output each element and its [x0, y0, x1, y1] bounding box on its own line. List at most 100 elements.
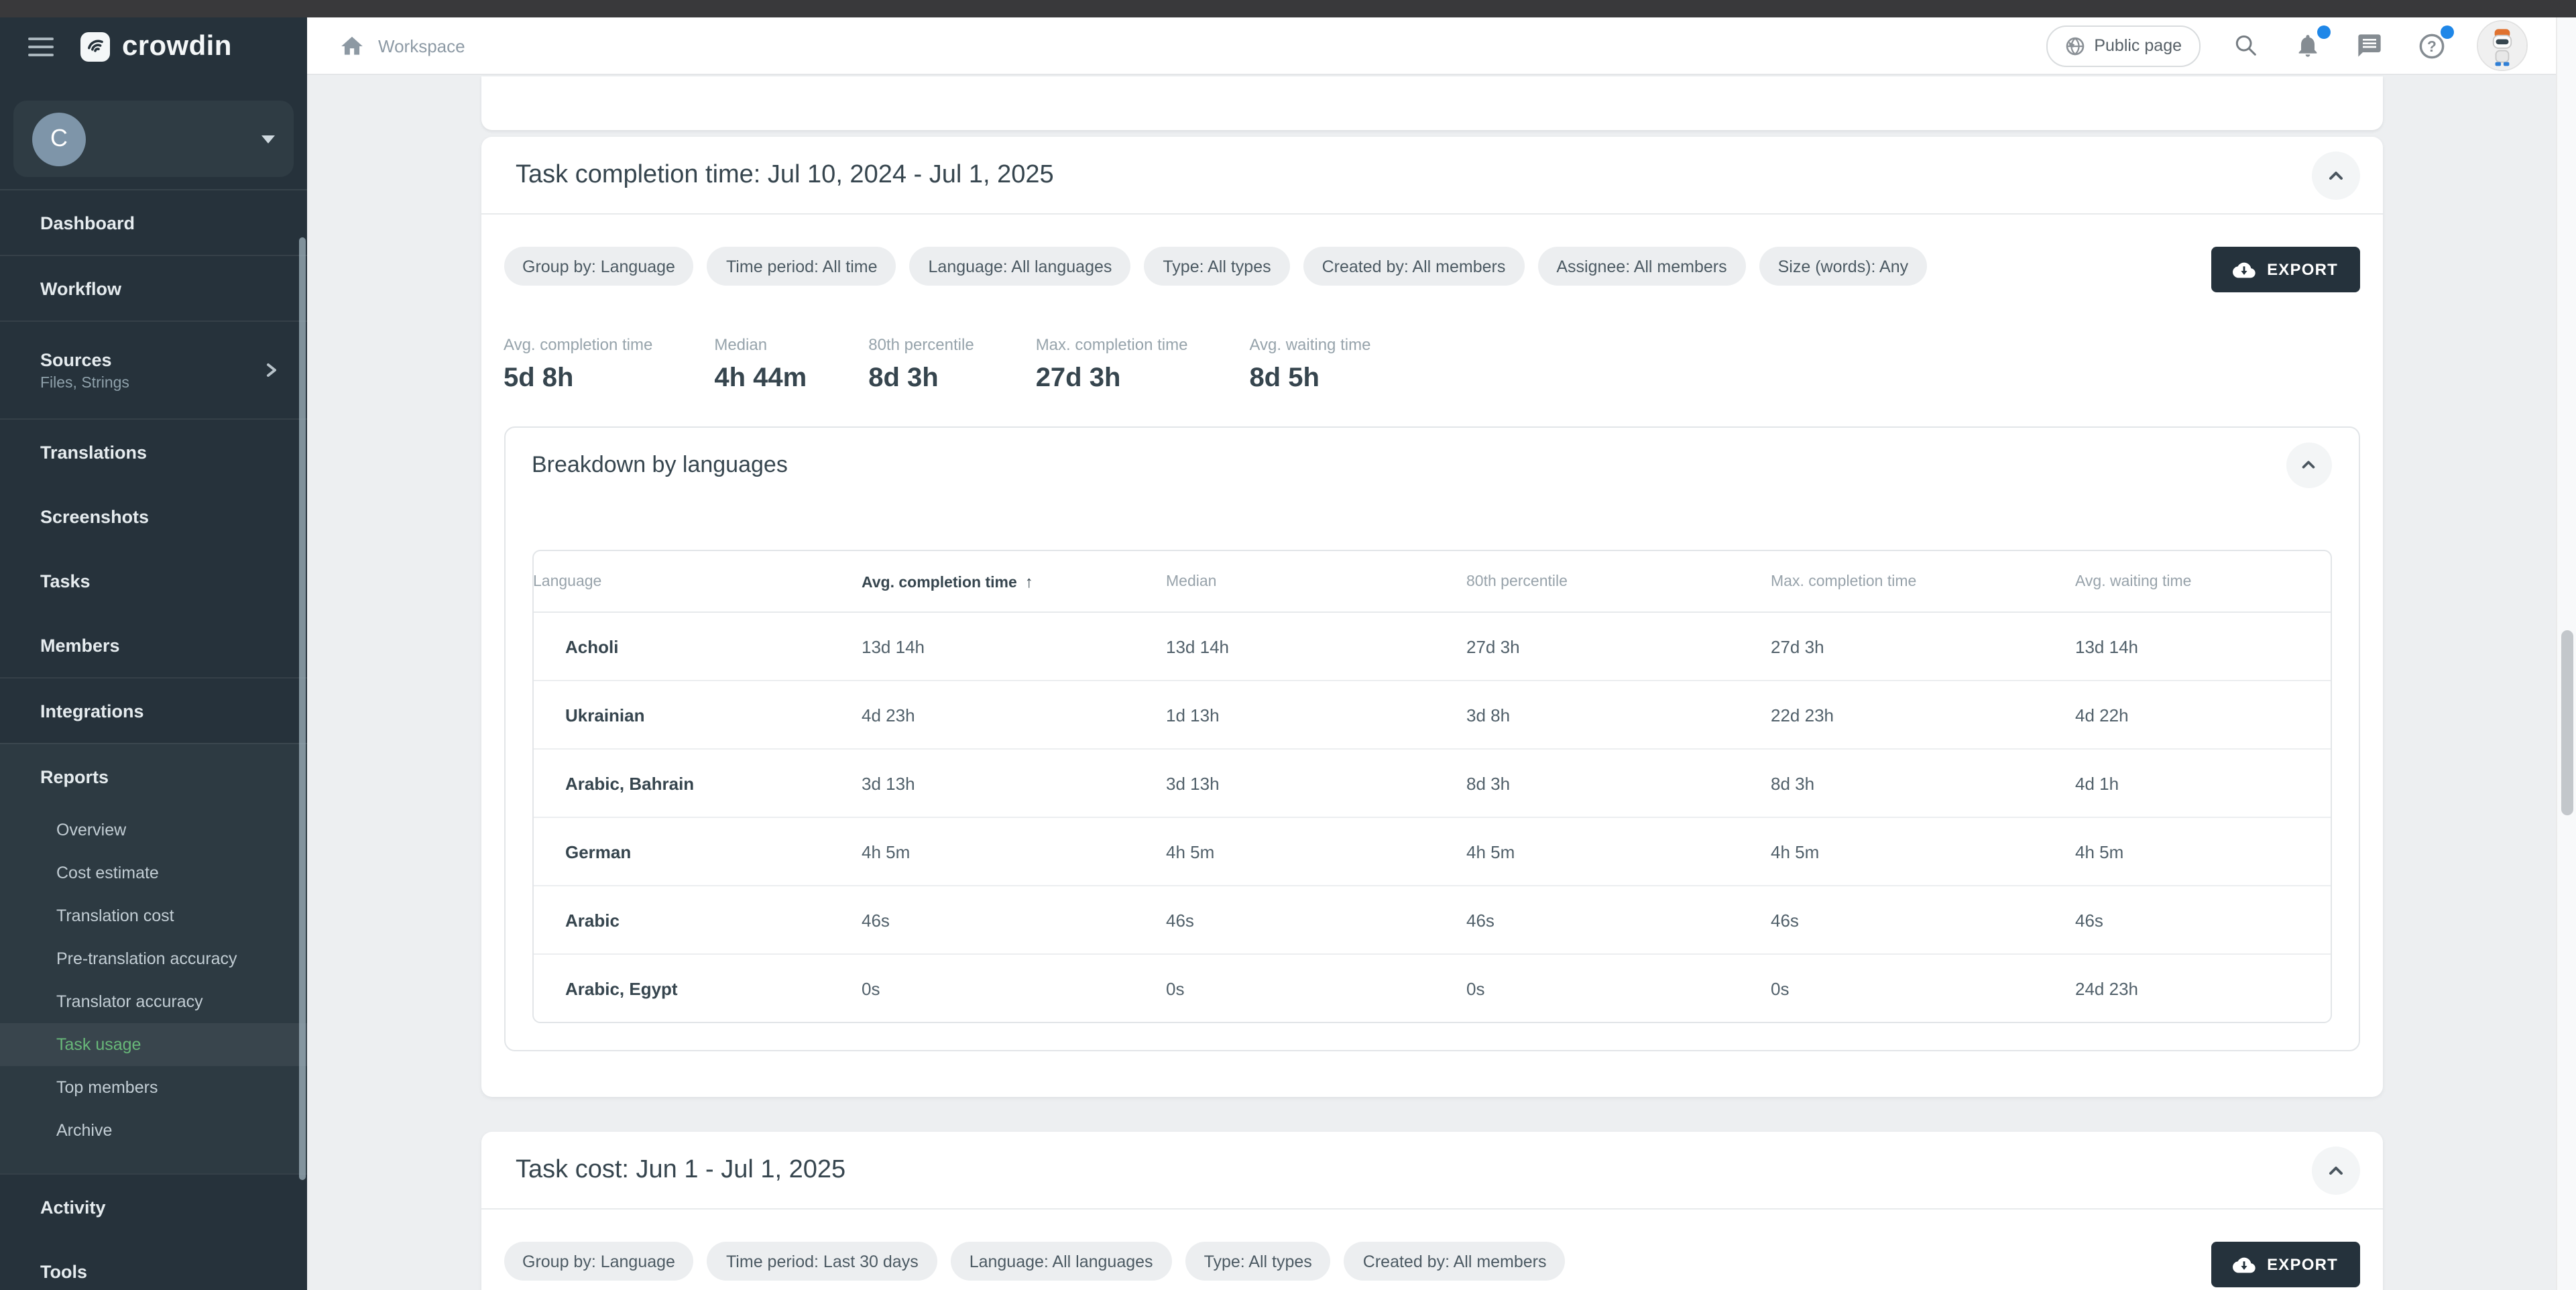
stat-value: 5d 8h: [504, 363, 652, 394]
language-cell: Acholi: [533, 612, 862, 681]
value-cell: 4h 5m: [2075, 817, 2331, 886]
language-cell: German: [533, 817, 862, 886]
filter-chips: Group by: Language Time period: Last 30 d…: [504, 1242, 1566, 1281]
column-header[interactable]: Median↑: [1166, 551, 1466, 612]
sidebar-item[interactable]: Tools: [0, 1239, 307, 1290]
sidebar: crowdin C Dashboard Workflow Sources Fil…: [0, 17, 307, 1290]
export-button[interactable]: EXPORT: [2211, 1242, 2359, 1287]
stat-label: Avg. completion time: [504, 335, 652, 354]
page-scrollbar[interactable]: [2556, 17, 2576, 1290]
stat-label: 80th percentile: [868, 335, 974, 354]
collapse-section-button[interactable]: [2311, 151, 2359, 199]
value-cell: 4d 1h: [2075, 749, 2331, 817]
filter-chip[interactable]: Time period: Last 30 days: [707, 1242, 937, 1281]
stat-value: 8d 5h: [1249, 363, 1370, 394]
filter-chip[interactable]: Language: All languages: [910, 247, 1131, 286]
value-cell: 0s: [862, 954, 1166, 1022]
sidebar-subitem[interactable]: Translation cost: [0, 894, 307, 937]
stat-value: 27d 3h: [1036, 363, 1188, 394]
notifications-bell-icon[interactable]: [2292, 30, 2324, 62]
value-cell: 4d 22h: [2075, 681, 2331, 749]
value-cell: 46s: [1771, 886, 2075, 954]
table-row: Ukrainian 4d 23h 1d 13h 3d 8h 22d 23h 4d…: [533, 681, 2331, 749]
sidebar-item[interactable]: Members: [0, 613, 307, 677]
sidebar-item-sources[interactable]: Sources Files, Strings: [0, 322, 307, 418]
value-cell: 13d 14h: [2075, 612, 2331, 681]
filter-chip[interactable]: Type: All types: [1185, 1242, 1331, 1281]
filter-chip[interactable]: Size (words): Any: [1759, 247, 1928, 286]
sidebar-subitem[interactable]: Cost estimate: [0, 852, 307, 894]
search-icon[interactable]: [2230, 30, 2262, 62]
value-cell: 4h 5m: [1771, 817, 2075, 886]
stat-label: Median: [714, 335, 807, 354]
sidebar-subitem[interactable]: Overview: [0, 809, 307, 852]
crowdin-logo[interactable]: crowdin: [79, 30, 232, 62]
languages-table: Language↑Avg. completion time↑Median↑80t…: [532, 550, 2331, 1023]
task-completion-card: Task completion time: Jul 10, 2024 - Jul…: [481, 137, 2382, 1097]
filter-chip[interactable]: Group by: Language: [504, 1242, 694, 1281]
sidebar-item[interactable]: Screenshots: [0, 484, 307, 548]
stat-block: 80th percentile 8d 3h: [868, 335, 974, 394]
sidebar-item-dashboard[interactable]: Dashboard: [0, 190, 307, 255]
svg-text:?: ?: [2426, 37, 2436, 54]
crowdin-logo-icon: [79, 30, 111, 62]
export-button[interactable]: EXPORT: [2211, 247, 2359, 292]
sidebar-item[interactable]: Tasks: [0, 548, 307, 613]
screen: crowdin C Dashboard Workflow Sources Fil…: [0, 0, 2576, 1290]
breadcrumb[interactable]: Workspace: [378, 36, 465, 56]
sidebar-item[interactable]: Translations: [0, 420, 307, 484]
page-scrollbar-thumb[interactable]: [2561, 630, 2573, 815]
value-cell: 1d 13h: [1166, 681, 1466, 749]
sources-subtitle: Files, Strings: [40, 375, 129, 391]
collapse-section-button[interactable]: [2311, 1146, 2359, 1194]
sidebar-scrollbar-thumb[interactable]: [299, 237, 306, 1180]
language-cell: Arabic: [533, 886, 862, 954]
main-content: Task completion time: Jul 10, 2024 - Jul…: [307, 75, 2556, 1290]
column-header[interactable]: Language↑: [533, 551, 862, 612]
filter-chip[interactable]: Created by: All members: [1303, 247, 1525, 286]
filter-chip[interactable]: Group by: Language: [504, 247, 694, 286]
value-cell: 4h 5m: [1466, 817, 1771, 886]
filter-chip[interactable]: Created by: All members: [1344, 1242, 1566, 1281]
stat-label: Max. completion time: [1036, 335, 1188, 354]
notification-dot: [2317, 25, 2331, 39]
project-selector[interactable]: C: [13, 101, 294, 177]
filter-chip[interactable]: Assignee: All members: [1537, 247, 1745, 286]
window-top-strip: [0, 0, 2576, 17]
stat-block: Median 4h 44m: [714, 335, 807, 394]
sidebar-item-reports[interactable]: Reports: [0, 744, 307, 809]
stat-value: 4h 44m: [714, 363, 807, 394]
sidebar-subitem[interactable]: Pre-translation accuracy: [0, 937, 307, 980]
filter-chip[interactable]: Type: All types: [1144, 247, 1289, 286]
user-avatar[interactable]: [2477, 20, 2528, 71]
sidebar-item-workflow[interactable]: Workflow: [0, 256, 307, 320]
filter-chip[interactable]: Time period: All time: [707, 247, 896, 286]
sidebar-subitem[interactable]: Translator accuracy: [0, 980, 307, 1023]
home-icon[interactable]: [339, 33, 365, 58]
sidebar-item-integrations[interactable]: Integrations: [0, 679, 307, 743]
sidebar-item[interactable]: Activity: [0, 1175, 307, 1239]
sidebar-subitem[interactable]: Top members: [0, 1066, 307, 1109]
messages-icon[interactable]: [2353, 30, 2386, 62]
hamburger-menu-icon[interactable]: [28, 32, 54, 61]
summary-stats: Avg. completion time 5d 8h Median 4h 44m…: [504, 335, 2359, 394]
table-row: Arabic, Egypt 0s 0s 0s 0s 24d 23h: [533, 954, 2331, 1022]
value-cell: 8d 3h: [1771, 749, 2075, 817]
column-header[interactable]: 80th percentile↑: [1466, 551, 1771, 612]
help-icon[interactable]: ?: [2415, 30, 2447, 62]
sidebar-subitem[interactable]: Task usage: [0, 1023, 307, 1066]
column-header[interactable]: Max. completion time↑: [1771, 551, 2075, 612]
column-header[interactable]: Avg. waiting time↑: [2075, 551, 2331, 612]
collapse-breakdown-button[interactable]: [2286, 442, 2331, 487]
sidebar-subitem[interactable]: Archive: [0, 1109, 307, 1152]
crowdin-logo-text: crowdin: [122, 30, 232, 62]
filter-chip[interactable]: Language: All languages: [951, 1242, 1172, 1281]
value-cell: 3d 13h: [862, 749, 1166, 817]
column-header[interactable]: Avg. completion time↑: [862, 551, 1166, 612]
table-row: Acholi 13d 14h 13d 14h 27d 3h 27d 3h 13d…: [533, 612, 2331, 681]
value-cell: 0s: [1466, 954, 1771, 1022]
value-cell: 4h 5m: [1166, 817, 1466, 886]
public-page-button[interactable]: Public page: [2046, 25, 2201, 66]
value-cell: 4h 5m: [862, 817, 1166, 886]
value-cell: 8d 3h: [1466, 749, 1771, 817]
